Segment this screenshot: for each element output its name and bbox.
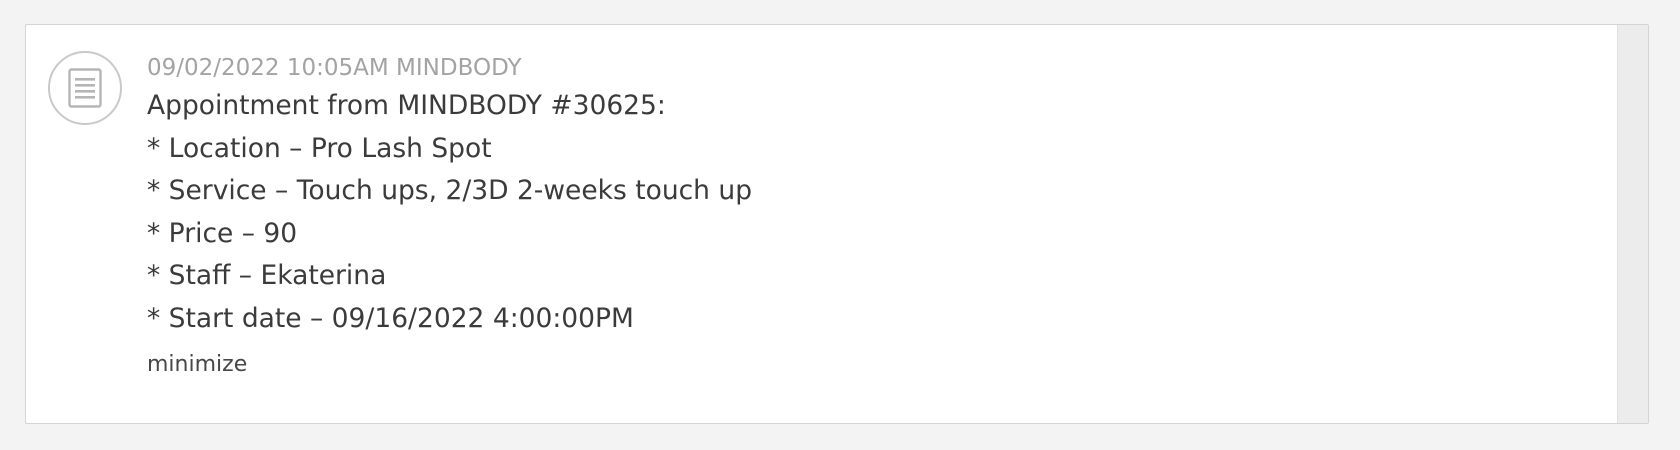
entry-line-title: Appointment from MINDBODY #30625: [147,90,666,121]
entry-line-service: * Service – Touch ups, 2/3D 2-weeks touc… [147,175,753,206]
minimize-link[interactable]: minimize [147,350,247,380]
entry-line-staff: * Staff – Ekaterina [147,260,387,291]
entry-meta: 09/02/2022 10:05AM MINDBODY [147,55,522,81]
entry-line-start-date: * Start date – 09/16/2022 4:00:00PM [147,302,634,334]
entry-content: 09/02/2022 10:05AM MINDBODY Appointment … [147,52,1588,380]
scrollbar[interactable] [1617,25,1648,423]
activity-card: 09/02/2022 10:05AM MINDBODY Appointment … [25,24,1649,424]
document-icon [68,68,102,108]
entry-line-location: * Location – Pro Lash Spot [147,132,492,164]
entry-body: Appointment from MINDBODY #30625: * Loca… [147,85,1588,340]
entry-line-price: * Price – 90 [147,217,298,249]
entry-avatar [48,51,122,125]
